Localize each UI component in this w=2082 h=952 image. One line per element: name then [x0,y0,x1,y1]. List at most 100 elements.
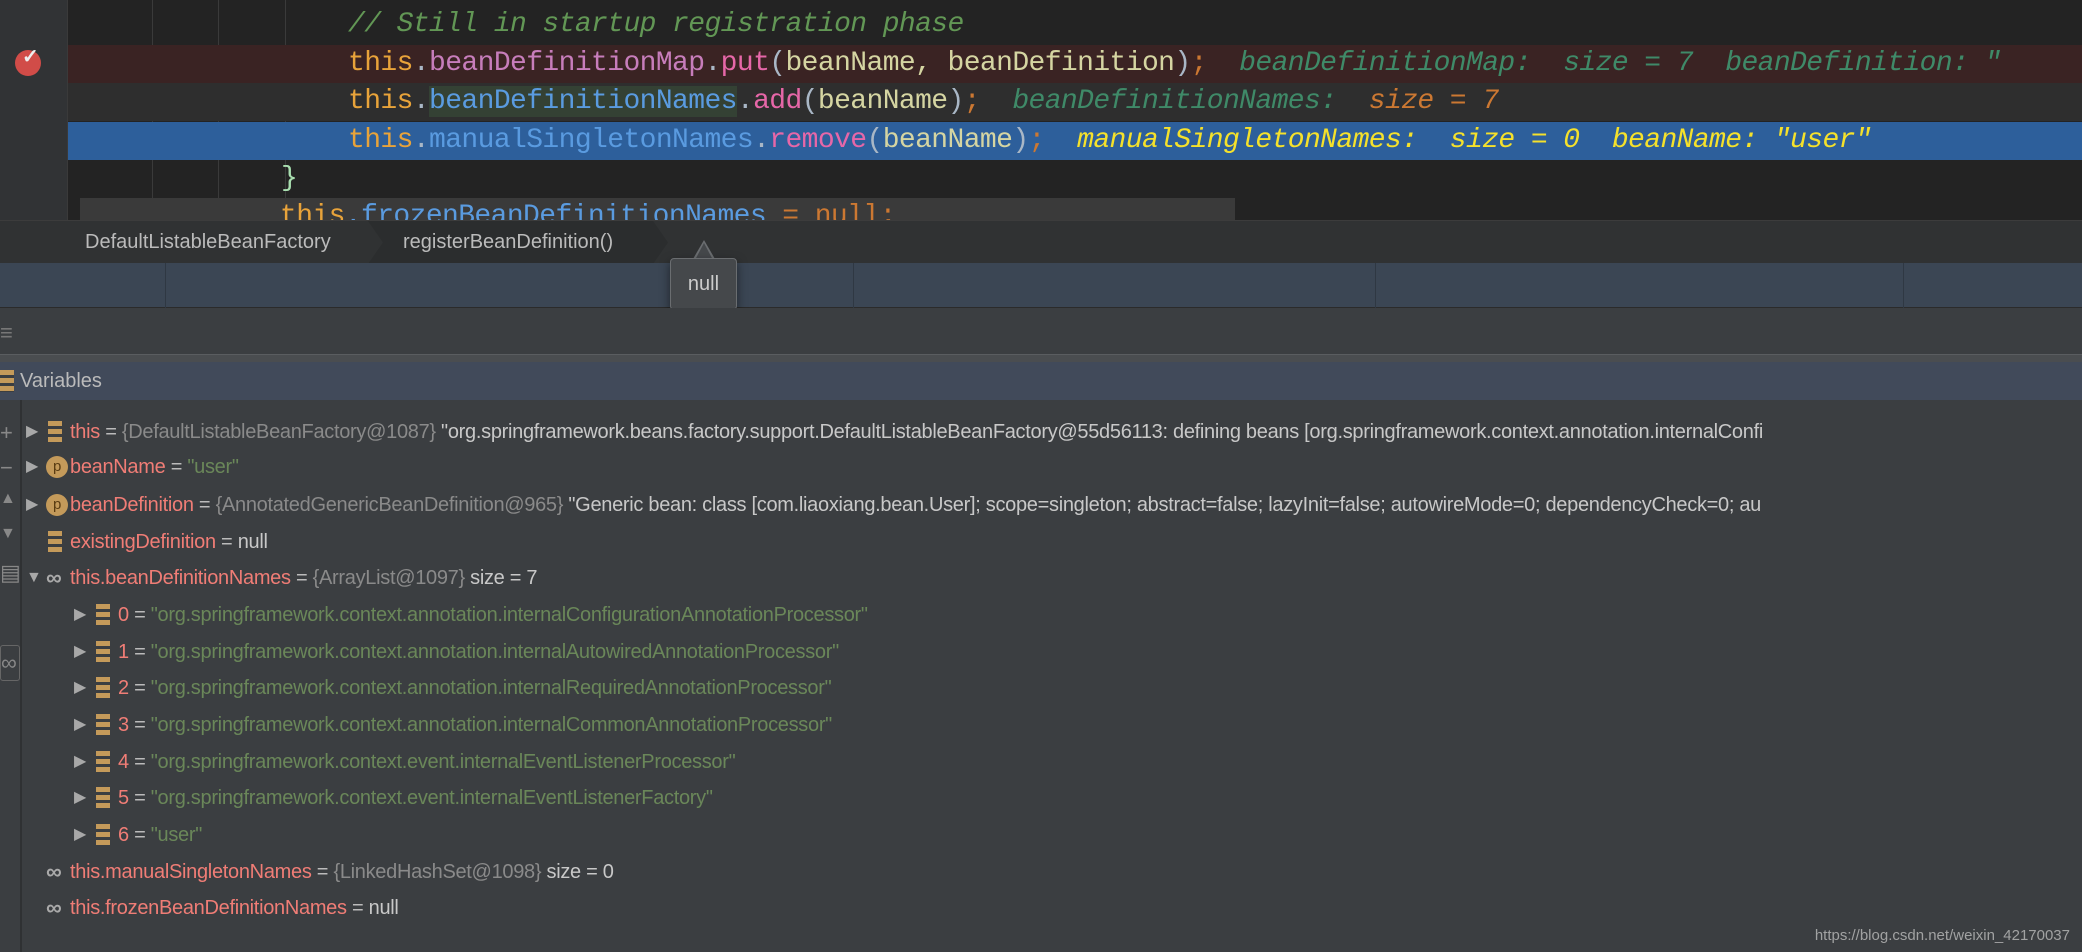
field-icon [96,824,110,846]
variables-header: Variables [0,362,2082,400]
variable-name: 3 [118,714,129,736]
variable-name: existingDefinition [70,531,216,553]
variable-name: beanDefinition [70,494,194,516]
field-icon [48,421,62,443]
expand-arrow-icon[interactable]: ▶ [26,449,38,485]
variable-row[interactable]: ▶ 0 = "org.springframework.context.annota… [24,597,2082,633]
variable-value: "org.springframework.context.annotation.… [150,677,832,699]
expand-arrow-icon[interactable]: ▶ [74,744,86,780]
expand-arrow-icon[interactable]: ▶ [74,670,86,706]
debug-toolbar: ≡ [0,308,2082,356]
splitter[interactable] [0,354,2082,362]
variable-row[interactable]: ∞ this.frozenBeanDefinitionNames = null [24,890,2082,926]
watch-infinity-icon: ∞ [46,895,62,920]
variable-name: 1 [118,641,129,663]
variable-value: null [368,897,399,919]
watermark: https://blog.csdn.net/weixin_42170037 [1814,927,2070,944]
move-up-icon[interactable]: ▲ [0,490,16,508]
variable-value: "org.springframework.context.annotation.… [150,714,833,736]
inline-hint: beanDefinitionMap: size = 7 beanDefiniti… [1239,48,2001,79]
move-down-icon[interactable]: ▼ [0,525,16,543]
breadcrumb-method[interactable]: registerBeanDefinition() [403,221,613,264]
variable-type: {AnnotatedGenericBeanDefinition@965} [215,494,564,516]
code-line-comment: // Still in startup registration phase [348,9,964,40]
value-tooltip: null [670,258,737,310]
add-watch-icon[interactable]: + [0,420,13,446]
variable-value: "user" [150,824,203,846]
copy-icon[interactable]: ▤ [0,560,21,586]
variable-value: "org.springframework.context.annotation.… [150,641,839,663]
variable-name: 0 [118,604,129,626]
code-line-put: this.beanDefinitionMap.put(beanName, bea… [68,45,2082,83]
field-icon [96,604,110,626]
watch-infinity-icon: ∞ [46,565,62,590]
variable-value: "Generic bean: class [com.liaoxiang.bean… [563,494,1762,516]
variable-type: {DefaultListableBeanFactory@1087} [121,421,436,443]
variable-row[interactable]: ▶ 6 = "user" [24,817,2082,853]
code-editor[interactable]: ✓ // Still in startup registration phase… [0,0,2082,220]
expand-arrow-icon[interactable]: ▶ [74,780,86,816]
collapse-arrow-icon[interactable]: ▼ [26,560,42,596]
breadcrumb: DefaultListableBeanFactory registerBeanD… [0,220,2082,264]
watch-infinity-icon: ∞ [46,859,62,884]
variable-row[interactable]: ▶ 4 = "org.springframework.context.event.… [24,744,2082,780]
frames-icon[interactable]: ≡ [0,320,13,346]
code-line-brace: } [281,163,298,194]
field-icon [96,677,110,699]
variable-name: this.beanDefinitionNames [70,567,291,589]
variable-row[interactable]: ▶ 1 = "org.springframework.context.annota… [24,634,2082,670]
variable-name: 4 [118,751,129,773]
variable-value: "org.springframework.context.event.inter… [150,787,713,809]
variable-value: size = 7 [464,567,538,589]
variable-value: "user" [187,456,239,478]
expand-arrow-icon[interactable]: ▶ [26,487,38,523]
watches-toggle-icon[interactable]: ∞ [0,645,20,681]
variable-name: this.manualSingletonNames [70,861,312,883]
variable-type: {LinkedHashSet@1098} [333,861,542,883]
parameter-icon: p [46,494,68,516]
debug-tabs-bar [0,263,2082,308]
parameter-icon: p [46,456,68,478]
variable-name: this.frozenBeanDefinitionNames [70,897,347,919]
expand-arrow-icon[interactable]: ▶ [74,707,86,743]
variable-row[interactable]: ▶ p beanDefinition = {AnnotatedGenericBean… [24,487,2082,523]
variable-row[interactable]: ▼ ∞ this.beanDefinitionNames = {ArrayList@… [24,560,2082,596]
variable-type: {ArrayList@1097} [312,567,466,589]
variable-name: 5 [118,787,129,809]
breakpoint-check-icon[interactable]: ✓ [15,46,41,76]
variable-row[interactable]: ▶ 3 = "org.springframework.context.annota… [24,707,2082,743]
variable-row[interactable]: ▶ 2 = "org.springframework.context.annota… [24,670,2082,706]
remove-watch-icon[interactable]: − [0,455,13,481]
expand-arrow-icon[interactable]: ▶ [26,414,38,450]
variables-title: Variables [20,370,102,392]
variable-value: "org.springframework.context.event.inter… [150,751,736,773]
expand-arrow-icon[interactable]: ▶ [74,817,86,853]
variable-row[interactable]: ▶ 5 = "org.springframework.context.event.… [24,780,2082,816]
variable-name: 6 [118,824,129,846]
field-icon [96,641,110,663]
variable-value: "org.springframework.beans.factory.suppo… [435,421,1763,443]
breadcrumb-class[interactable]: DefaultListableBeanFactory [85,221,331,264]
field-icon [96,751,110,773]
variable-row[interactable]: ▶ this = {DefaultListableBeanFactory@1087… [24,414,2082,450]
variable-value: size = 0 [541,861,614,883]
variables-side-toolbar: + − ▲ ▼ ▤ ∞ [0,400,22,952]
variable-value: "org.springframework.context.annotation.… [150,604,868,626]
expand-arrow-icon[interactable]: ▶ [74,634,86,670]
variable-name: beanName [70,456,166,478]
field-icon [96,787,110,809]
variable-name: this [70,421,100,443]
variable-row[interactable]: ▶ p beanName = "user" [24,449,2082,485]
variables-icon [0,370,14,392]
variable-name: 2 [118,677,129,699]
code-line-frozen: this.frozenBeanDefinitionNames = null; [80,198,1235,220]
code-line-add: this.beanDefinitionNames.add(beanName); … [68,83,2082,121]
variable-row[interactable]: existingDefinition = null [24,524,2082,560]
field-icon [96,714,110,736]
variable-row[interactable]: ∞ this.manualSingletonNames = {LinkedHash… [24,854,2082,890]
gutter[interactable] [0,0,68,220]
code-line-current: this.manualSingletonNames.remove(beanNam… [68,122,2082,160]
variable-value: null [237,531,268,553]
expand-arrow-icon[interactable]: ▶ [74,597,86,633]
field-icon [48,531,62,553]
